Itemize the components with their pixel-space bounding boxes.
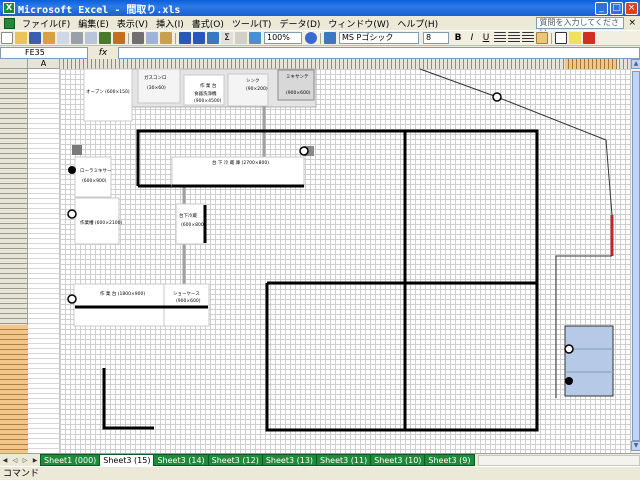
dishwasher-label: 食器洗浄機 (194, 90, 217, 97)
gas-range-dim: (30×60) (147, 85, 166, 91)
hollow-marker[interactable] (492, 92, 502, 102)
sheet-tab-active[interactable]: Sheet3 (15) (99, 454, 155, 466)
mixer-dim: (600×900) (82, 178, 107, 184)
gas-range-label: ガスコンロ (144, 74, 167, 81)
machine-dim: (900×600) (286, 90, 311, 96)
status-bar: コマンド (0, 466, 640, 480)
sink-dim: (90×200) (246, 86, 268, 92)
lower-room-wall (265, 283, 539, 432)
work-table-label: 作 業 台 (1800×900) (100, 290, 145, 297)
tab-prev-icon[interactable]: ◁ (10, 455, 20, 466)
sheet-tab-bar: ◀ ◁ ▷ ▶ Sheet1 (000) Sheet3 (15) Sheet3 … (0, 453, 640, 466)
sheet-tab[interactable]: Sheet3 (14) (153, 454, 209, 466)
filled-marker[interactable] (68, 166, 76, 174)
horizontal-scrollbar[interactable] (477, 454, 640, 466)
under-sink-label: 台下冷蔵 (179, 212, 197, 219)
blue-fixture-box[interactable] (564, 325, 614, 397)
hollow-marker[interactable] (67, 209, 77, 219)
l-wall (102, 368, 154, 430)
tab-last-icon[interactable]: ▶ (30, 455, 40, 466)
sheet-tab[interactable]: Sheet3 (11) (316, 454, 372, 466)
gray-marker[interactable] (72, 145, 82, 155)
counter-dim: (900×4500) (194, 98, 222, 104)
prep-sink-label: 作業槽 (600×2100) (80, 219, 122, 226)
counter-top-label: 作 業 台 (200, 82, 217, 89)
oven-label: オーブン (600×150) (86, 88, 130, 95)
floor-plan-drawing: オーブン (600×150) ガスコンロ (30×60) 作 業 台 食器洗浄機… (67, 68, 614, 432)
tab-next-icon[interactable]: ▷ (20, 455, 30, 466)
sheet-tab[interactable]: Sheet3 (9) (424, 454, 475, 466)
sheet-tab[interactable]: Sheet3 (13) (261, 454, 318, 466)
under-sink-long-label: 台 下 冷 蔵 庫 (2700×800) (212, 159, 269, 166)
mixer-label: ローラミキサー (80, 168, 112, 174)
work-table-box[interactable] (73, 283, 165, 327)
sink-label: シンク (246, 78, 260, 84)
sheet-tab[interactable]: Sheet3 (10) (370, 454, 426, 466)
machine-label: ミキサンテ (286, 74, 309, 80)
showcase-box[interactable] (163, 283, 210, 327)
mixer-box[interactable] (74, 156, 112, 198)
diagonal-leader-line (419, 68, 613, 216)
filled-marker[interactable] (565, 377, 573, 385)
status-mode: コマンド (3, 469, 40, 479)
under-sink-dim: (600×800) (181, 222, 206, 228)
hollow-marker[interactable] (564, 344, 574, 354)
sheet-tab[interactable]: Sheet1 (000) (40, 454, 101, 466)
hollow-marker[interactable] (67, 294, 77, 304)
oven-box[interactable] (83, 68, 133, 122)
sheet-tab[interactable]: Sheet3 (12) (207, 454, 263, 466)
excel-window: X Microsoft Excel - 間取り.xls _ □ × ファイル(F… (0, 0, 640, 480)
showcase-label: ショーケース (173, 290, 200, 297)
hollow-marker[interactable] (299, 146, 309, 156)
showcase-dim: (900×600) (176, 298, 201, 304)
tab-first-icon[interactable]: ◀ (0, 455, 10, 466)
